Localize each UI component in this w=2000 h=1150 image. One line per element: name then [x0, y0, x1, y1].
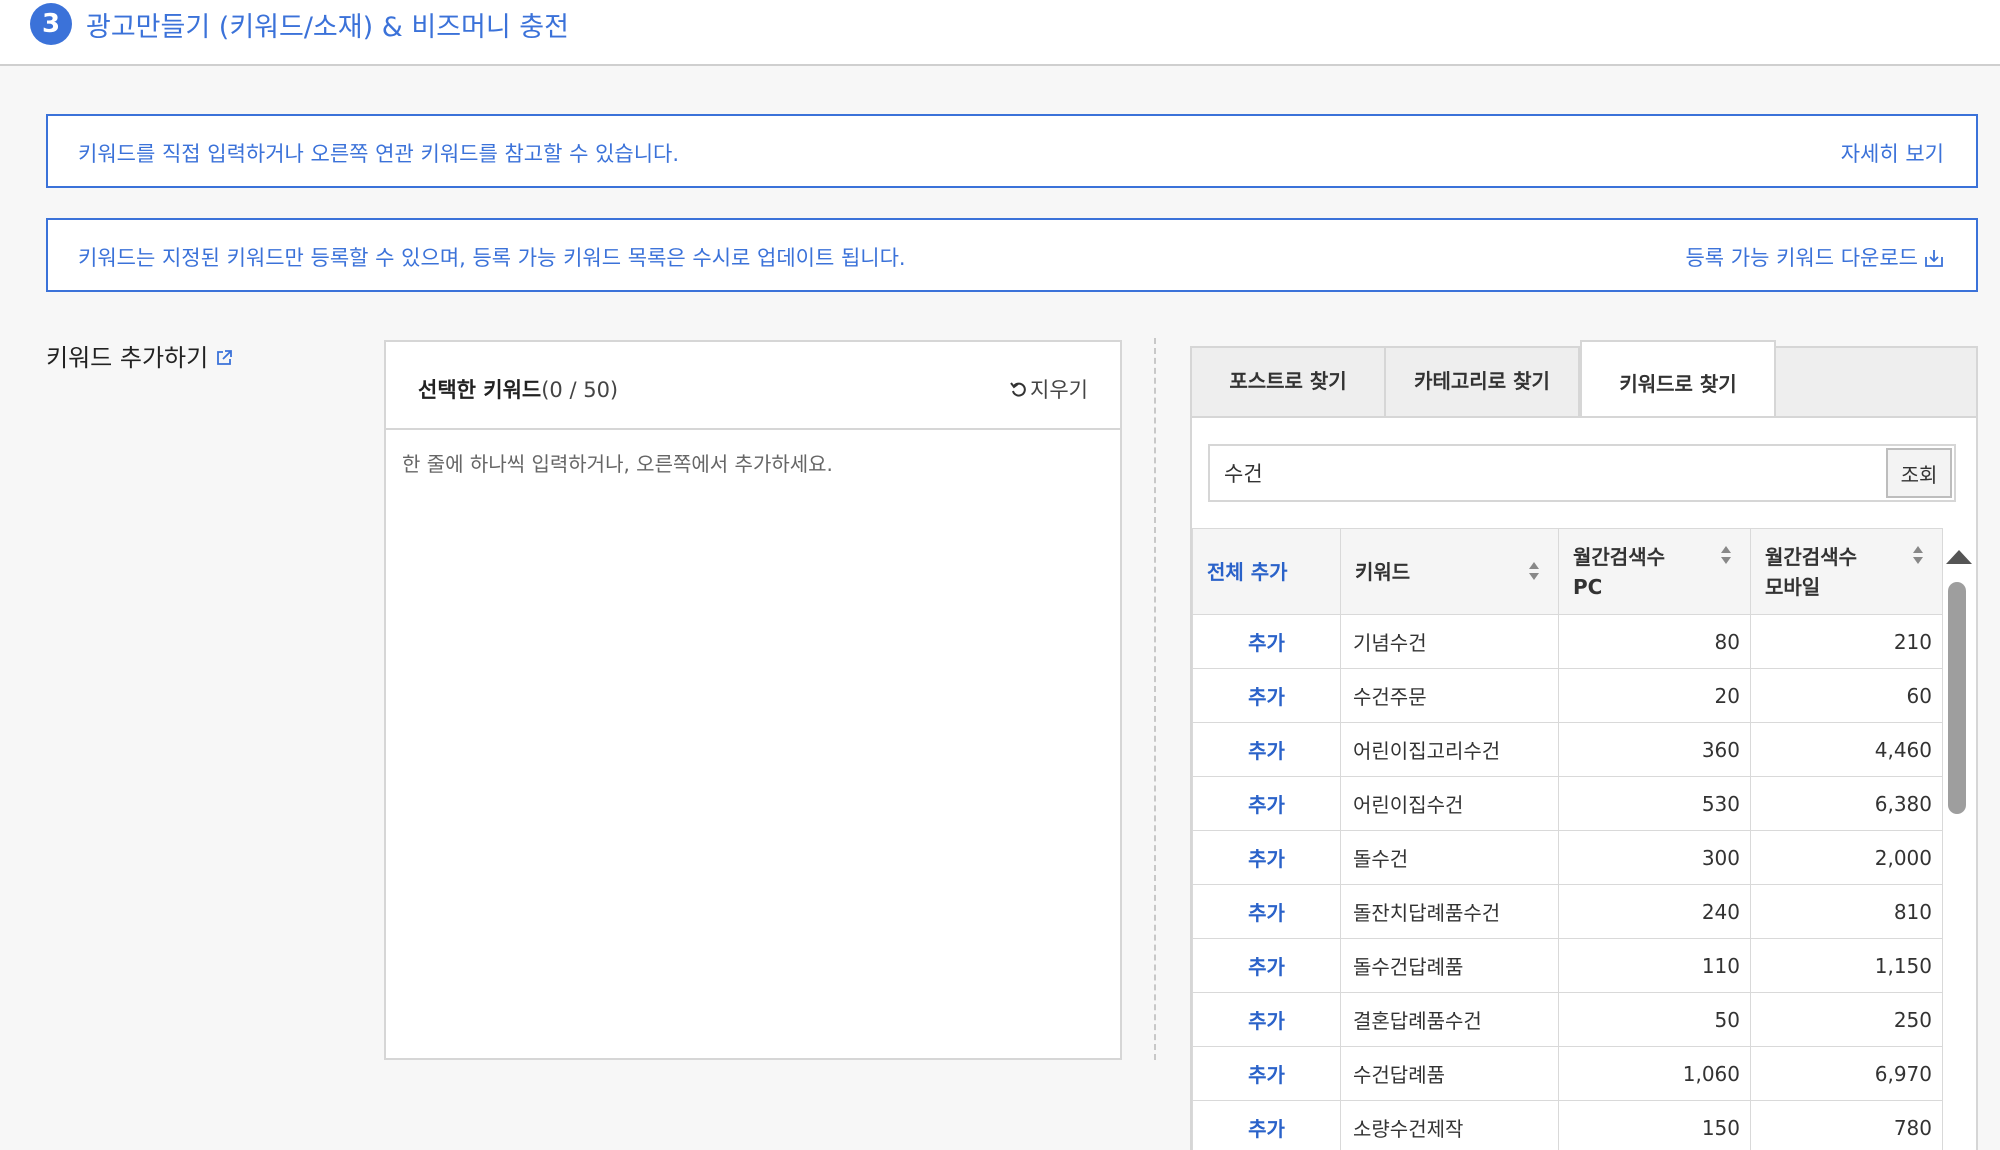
- keyword-cell: 소량수건제작: [1340, 1100, 1559, 1150]
- table-row: 추가 어린이집고리수건 360 4,460: [1192, 722, 1943, 777]
- pc-count-cell: 50: [1558, 992, 1751, 1047]
- pc-count-cell: 1,060: [1558, 1046, 1751, 1101]
- add-keyword-button[interactable]: 추가: [1192, 776, 1341, 831]
- clear-button-label: 지우기: [1030, 378, 1088, 402]
- add-keyword-button[interactable]: 추가: [1192, 830, 1341, 885]
- mobile-header-line1: 월간검색수: [1765, 544, 1857, 569]
- search-tabs: 포스트로 찾기 카테고리로 찾기 키워드로 찾기: [1190, 340, 1978, 420]
- selected-keywords-title: 선택한 키워드(0 / 50): [418, 374, 618, 404]
- keyword-cell: 어린이집수건: [1340, 776, 1559, 831]
- keyword-cell: 돌잔치답례품수건: [1340, 884, 1559, 939]
- keyword-cell: 돌수건: [1340, 830, 1559, 885]
- table-row: 추가 기념수건 80 210: [1192, 614, 1943, 669]
- step-title: 광고만들기 (키워드/소재) & 비즈머니 충전: [86, 12, 569, 43]
- search-button[interactable]: 조회: [1886, 448, 1952, 498]
- search-bar: 조회: [1208, 444, 1956, 502]
- table-row: 추가 돌수건 300 2,000: [1192, 830, 1943, 885]
- table-row: 추가 수건주문 20 60: [1192, 668, 1943, 723]
- pc-count-cell: 150: [1558, 1100, 1751, 1150]
- add-keyword-button[interactable]: 추가: [1192, 614, 1341, 669]
- keyword-search-input[interactable]: [1210, 446, 1890, 500]
- keyword-results-table: 전체 추가 키워드 월간검색수 PC 월간검색수 모바일 추가 기념수건 80 …: [1192, 528, 1943, 1150]
- add-keyword-section-label: 키워드 추가하기: [46, 338, 234, 373]
- keyword-cell: 어린이집고리수건: [1340, 722, 1559, 777]
- step-number-badge: 3: [30, 3, 72, 45]
- table-row: 추가 결혼답례품수건 50 250: [1192, 992, 1943, 1047]
- notice-box-keyword-input: 키워드를 직접 입력하거나 오른쪽 연관 키워드를 참고할 수 있습니다. 자세…: [46, 114, 1978, 188]
- pc-header-line2: PC: [1573, 574, 1603, 599]
- pc-count-cell: 110: [1558, 938, 1751, 993]
- add-keyword-button[interactable]: 추가: [1192, 668, 1341, 723]
- add-keyword-button[interactable]: 추가: [1192, 992, 1341, 1047]
- sort-icon[interactable]: [1528, 561, 1540, 581]
- selected-keywords-panel: 선택한 키워드(0 / 50) 지우기: [384, 340, 1122, 1060]
- table-row: 추가 돌잔치답례품수건 240 810: [1192, 884, 1943, 939]
- pc-count-cell: 530: [1558, 776, 1751, 831]
- tab-search-by-category[interactable]: 카테고리로 찾기: [1386, 348, 1580, 418]
- table-row: 추가 소량수건제작 150 780: [1192, 1100, 1943, 1150]
- tab-search-by-post[interactable]: 포스트로 찾기: [1192, 348, 1386, 418]
- add-keyword-button[interactable]: 추가: [1192, 884, 1341, 939]
- pc-count-cell: 80: [1558, 614, 1751, 669]
- step-header: 3 광고만들기 (키워드/소재) & 비즈머니 충전: [0, 0, 2000, 66]
- keyword-cell: 수건주문: [1340, 668, 1559, 723]
- selected-keywords-header: 선택한 키워드(0 / 50) 지우기: [386, 342, 1120, 430]
- keyword-cell: 기념수건: [1340, 614, 1559, 669]
- sort-icon[interactable]: [1912, 545, 1924, 565]
- scroll-up-arrow-icon[interactable]: [1946, 550, 1972, 564]
- pc-header-line1: 월간검색수: [1573, 544, 1665, 569]
- table-header-row: 전체 추가 키워드 월간검색수 PC 월간검색수 모바일: [1192, 528, 1943, 615]
- add-keyword-button[interactable]: 추가: [1192, 722, 1341, 777]
- keyword-cell: 결혼답례품수건: [1340, 992, 1559, 1047]
- details-link[interactable]: 자세히 보기: [1841, 138, 1944, 168]
- mobile-count-cell: 2,000: [1750, 830, 1943, 885]
- mobile-count-cell: 810: [1750, 884, 1943, 939]
- mobile-count-cell: 210: [1750, 614, 1943, 669]
- notice-box-keyword-list: 키워드는 지정된 키워드만 등록할 수 있으며, 등록 가능 키워드 목록은 수…: [46, 218, 1978, 292]
- external-link-icon[interactable]: [214, 348, 234, 368]
- selected-keywords-label: 선택한 키워드: [418, 378, 542, 402]
- add-keyword-button[interactable]: 추가: [1192, 938, 1341, 993]
- keyword-header-label: 키워드: [1355, 559, 1411, 584]
- mobile-count-cell: 780: [1750, 1100, 1943, 1150]
- download-icon: [1925, 250, 1943, 267]
- mobile-search-column-header[interactable]: 월간검색수 모바일: [1750, 528, 1943, 615]
- add-keyword-button[interactable]: 추가: [1192, 1100, 1341, 1150]
- keyword-cell: 돌수건답례품: [1340, 938, 1559, 993]
- table-row: 추가 수건답례품 1,060 6,970: [1192, 1046, 1943, 1101]
- mobile-count-cell: 250: [1750, 992, 1943, 1047]
- sort-icon[interactable]: [1720, 545, 1732, 565]
- pc-count-cell: 20: [1558, 668, 1751, 723]
- pc-count-cell: 360: [1558, 722, 1751, 777]
- table-scrollbar-thumb[interactable]: [1948, 582, 1966, 814]
- download-link-label: 등록 가능 키워드 다운로드: [1685, 246, 1918, 270]
- clear-button[interactable]: 지우기: [1010, 374, 1088, 404]
- tab-search-by-keyword[interactable]: 키워드로 찾기: [1580, 340, 1776, 420]
- keyword-search-panel: 조회 전체 추가 키워드 월간검색수 PC 월간검색수 모바일: [1190, 416, 1978, 1150]
- panel-divider: [1154, 338, 1156, 1060]
- selected-keywords-count: (0 / 50): [541, 378, 619, 402]
- refresh-icon: [1010, 382, 1026, 397]
- add-keyword-button[interactable]: 추가: [1192, 1046, 1341, 1101]
- mobile-header-line2: 모바일: [1765, 574, 1821, 599]
- keyword-cell: 수건답례품: [1340, 1046, 1559, 1101]
- pc-count-cell: 240: [1558, 884, 1751, 939]
- section-label-text: 키워드 추가하기: [46, 344, 209, 372]
- pc-count-cell: 300: [1558, 830, 1751, 885]
- mobile-count-cell: 6,970: [1750, 1046, 1943, 1101]
- mobile-count-cell: 6,380: [1750, 776, 1943, 831]
- pc-search-column-header[interactable]: 월간검색수 PC: [1558, 528, 1751, 615]
- notice-text: 키워드는 지정된 키워드만 등록할 수 있으며, 등록 가능 키워드 목록은 수…: [78, 246, 906, 270]
- add-all-button[interactable]: 전체 추가: [1192, 528, 1341, 615]
- mobile-count-cell: 60: [1750, 668, 1943, 723]
- table-row: 추가 돌수건답례품 110 1,150: [1192, 938, 1943, 993]
- keyword-column-header[interactable]: 키워드: [1340, 528, 1559, 615]
- table-row: 추가 어린이집수건 530 6,380: [1192, 776, 1943, 831]
- notice-text: 키워드를 직접 입력하거나 오른쪽 연관 키워드를 참고할 수 있습니다.: [78, 142, 680, 166]
- mobile-count-cell: 4,460: [1750, 722, 1943, 777]
- mobile-count-cell: 1,150: [1750, 938, 1943, 993]
- download-keywords-link[interactable]: 등록 가능 키워드 다운로드: [1685, 242, 1944, 272]
- keyword-entry-textarea[interactable]: [386, 430, 1120, 1058]
